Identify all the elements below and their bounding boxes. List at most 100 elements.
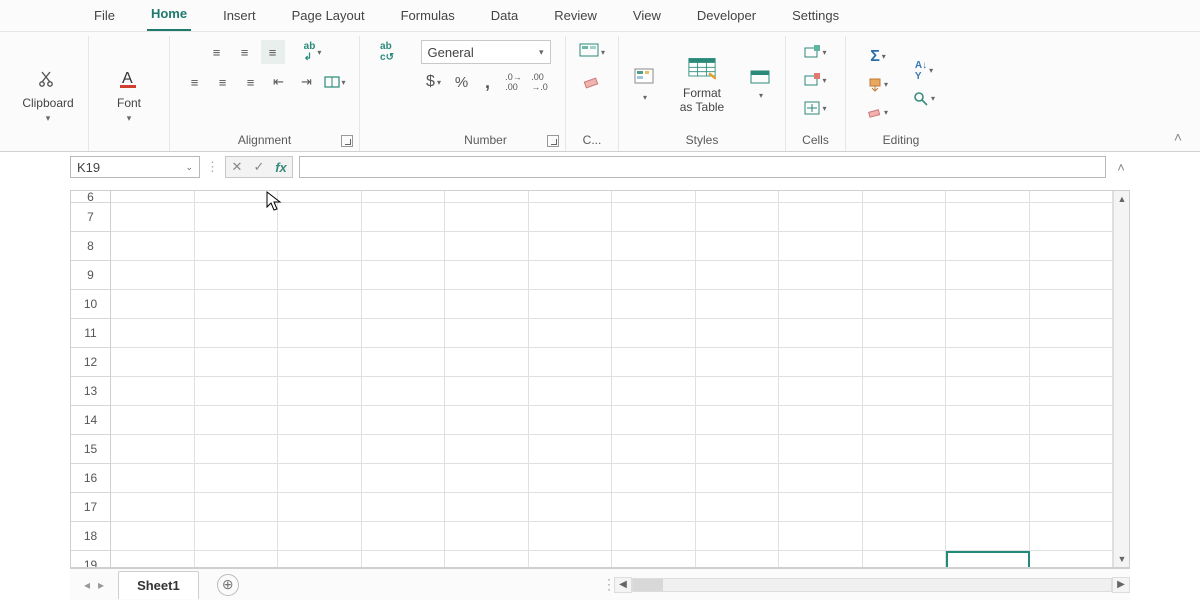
cell[interactable] xyxy=(195,377,279,406)
cell[interactable] xyxy=(696,464,780,493)
alignment-dialog-launcher[interactable] xyxy=(341,135,353,147)
align-left-button[interactable]: ≡ xyxy=(183,70,207,94)
cell[interactable] xyxy=(779,406,863,435)
cell[interactable] xyxy=(779,261,863,290)
cell[interactable] xyxy=(362,406,446,435)
align-middle-button[interactable]: ≡ xyxy=(233,40,257,64)
hscroll-thumb[interactable] xyxy=(633,579,663,591)
cell[interactable] xyxy=(111,319,195,348)
cell[interactable] xyxy=(111,203,195,232)
cell[interactable] xyxy=(278,493,362,522)
cell[interactable] xyxy=(696,435,780,464)
row-header[interactable]: 15 xyxy=(71,435,110,464)
accounting-button[interactable]: $▾ xyxy=(420,70,448,94)
cell-styles-button[interactable]: ▾ xyxy=(629,59,659,111)
cell[interactable] xyxy=(612,464,696,493)
expand-formula-bar-button[interactable]: ˄ xyxy=(1112,160,1130,175)
cell[interactable] xyxy=(278,348,362,377)
tab-formulas[interactable]: Formulas xyxy=(397,2,459,31)
cells-area[interactable] xyxy=(111,191,1113,567)
cell[interactable] xyxy=(779,551,863,568)
cell[interactable] xyxy=(195,261,279,290)
cell[interactable] xyxy=(195,203,279,232)
splitter-grip[interactable]: ⋮ xyxy=(602,576,608,593)
cancel-formula-button[interactable]: ✕ xyxy=(226,157,248,177)
cell[interactable] xyxy=(529,232,613,261)
cell[interactable] xyxy=(529,377,613,406)
cell[interactable] xyxy=(696,522,780,551)
format-cells-button[interactable]: ▾ xyxy=(799,96,833,120)
hscroll-track[interactable] xyxy=(632,578,1112,592)
cell[interactable] xyxy=(362,290,446,319)
orientation-button[interactable]: abc↺ xyxy=(370,40,404,64)
comma-button[interactable]: , xyxy=(476,70,500,94)
clear-button[interactable]: ▾ xyxy=(861,101,895,125)
cell[interactable] xyxy=(696,203,780,232)
align-center-button[interactable]: ≡ xyxy=(211,70,235,94)
format-as-table-button[interactable]: Format as Table xyxy=(665,48,739,122)
scroll-right-button[interactable]: ▶ xyxy=(1112,577,1130,593)
cell[interactable] xyxy=(195,435,279,464)
cell[interactable] xyxy=(1030,406,1114,435)
cell[interactable] xyxy=(278,203,362,232)
cell[interactable] xyxy=(779,290,863,319)
cell[interactable] xyxy=(863,377,947,406)
row-header[interactable]: 13 xyxy=(71,377,110,406)
cell[interactable] xyxy=(195,493,279,522)
tab-view[interactable]: View xyxy=(629,2,665,31)
enter-formula-button[interactable]: ✓ xyxy=(248,157,270,177)
cell[interactable] xyxy=(612,522,696,551)
cell[interactable] xyxy=(779,377,863,406)
cell[interactable] xyxy=(779,232,863,261)
cell[interactable] xyxy=(195,551,279,568)
merge-button[interactable]: ▾ xyxy=(323,70,347,94)
cell[interactable] xyxy=(362,522,446,551)
cell[interactable] xyxy=(362,319,446,348)
cell[interactable] xyxy=(863,203,947,232)
tab-review[interactable]: Review xyxy=(550,2,601,31)
conditional-format-button[interactable]: ▾ xyxy=(576,40,608,64)
cell[interactable] xyxy=(1030,493,1114,522)
formula-input[interactable] xyxy=(299,156,1106,178)
cell[interactable] xyxy=(612,406,696,435)
row-header[interactable]: 8 xyxy=(71,232,110,261)
cell[interactable] xyxy=(612,493,696,522)
cell[interactable] xyxy=(612,232,696,261)
decrease-decimal-button[interactable]: .00→.0 xyxy=(528,70,552,94)
scroll-down-button[interactable]: ▼ xyxy=(1114,551,1130,567)
tab-page-layout[interactable]: Page Layout xyxy=(288,2,369,31)
align-top-button[interactable]: ≡ xyxy=(205,40,229,64)
cell[interactable] xyxy=(1030,348,1114,377)
cell[interactable] xyxy=(779,435,863,464)
cell[interactable] xyxy=(445,551,529,568)
cell[interactable] xyxy=(529,203,613,232)
tab-insert[interactable]: Insert xyxy=(219,2,260,31)
tab-data[interactable]: Data xyxy=(487,2,522,31)
row-header[interactable]: 10 xyxy=(71,290,110,319)
sheet-first-button[interactable]: ◂ xyxy=(84,578,90,592)
cell[interactable] xyxy=(278,319,362,348)
cell[interactable] xyxy=(195,406,279,435)
cell[interactable] xyxy=(529,290,613,319)
row-header[interactable]: 7 xyxy=(71,203,110,232)
clear-format-button[interactable] xyxy=(576,70,608,94)
cell[interactable] xyxy=(946,319,1030,348)
cell[interactable] xyxy=(195,290,279,319)
insert-function-button[interactable]: fx xyxy=(270,157,292,177)
cell[interactable] xyxy=(1030,464,1114,493)
tab-home[interactable]: Home xyxy=(147,0,191,31)
cell[interactable] xyxy=(529,464,613,493)
cell[interactable] xyxy=(445,435,529,464)
cell[interactable] xyxy=(946,261,1030,290)
horizontal-scrollbar[interactable]: ⋮ ◀ ▶ xyxy=(596,569,1130,600)
cell[interactable] xyxy=(1030,203,1114,232)
cell[interactable] xyxy=(278,290,362,319)
cell[interactable] xyxy=(111,551,195,568)
cell[interactable] xyxy=(445,319,529,348)
percent-button[interactable]: % xyxy=(450,70,474,94)
cell[interactable] xyxy=(111,435,195,464)
cell[interactable] xyxy=(278,522,362,551)
autosum-button[interactable]: Σ ▾ xyxy=(861,45,895,69)
cell[interactable] xyxy=(111,377,195,406)
cell[interactable] xyxy=(529,319,613,348)
